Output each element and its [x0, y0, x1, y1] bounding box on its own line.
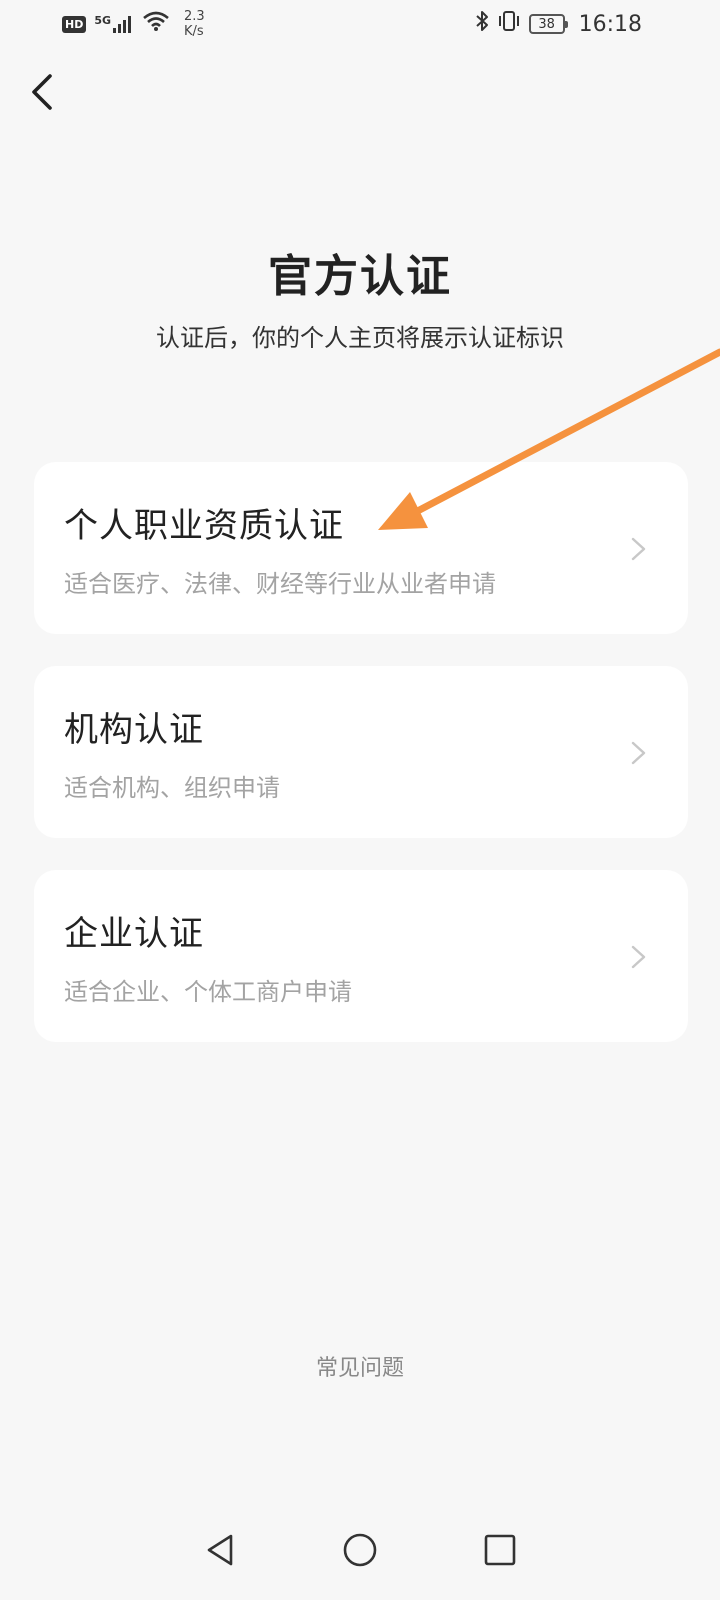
nav-home-button[interactable] — [332, 1522, 388, 1578]
card-enterprise-certification[interactable]: 企业认证 适合企业、个体工商户申请 — [34, 870, 688, 1042]
vibrate-icon — [497, 10, 521, 38]
status-left: HD 5G 2.3 K/s — [62, 9, 205, 39]
page-subtitle: 认证后，你的个人主页将展示认证标识 — [156, 324, 564, 352]
hd-badge: HD — [62, 15, 87, 33]
status-right: 38 16:18 — [475, 10, 642, 38]
chevron-right-icon — [631, 945, 646, 969]
card-title: 个人职业资质认证 — [64, 506, 344, 546]
card-description: 适合机构、组织申请 — [64, 774, 280, 802]
screen: HD 5G 2.3 K/s 38 16:18 官方认证 认证后，你的个人主页将展… — [0, 0, 720, 1600]
page-title: 官方认证 — [268, 251, 452, 302]
card-institution-certification[interactable]: 机构认证 适合机构、组织申请 — [34, 666, 688, 838]
faq-link[interactable]: 常见问题 — [0, 1350, 720, 1382]
network-speed-unit: K/s — [184, 24, 204, 39]
status-bar: HD 5G 2.3 K/s 38 16:18 — [0, 0, 720, 48]
back-button[interactable] — [18, 64, 66, 120]
nav-back-button[interactable] — [192, 1522, 248, 1578]
card-description: 适合医疗、法律、财经等行业从业者申请 — [64, 570, 496, 598]
nav-home-icon — [343, 1533, 377, 1567]
card-title: 企业认证 — [64, 914, 204, 954]
nav-back-icon — [207, 1534, 233, 1566]
signal-icon: 5G — [94, 14, 134, 34]
battery-level: 38 — [538, 16, 555, 32]
card-description: 适合企业、个体工商户申请 — [64, 978, 352, 1006]
wifi-icon — [142, 10, 170, 38]
card-personal-certification[interactable]: 个人职业资质认证 适合医疗、法律、财经等行业从业者申请 — [34, 462, 688, 634]
card-title: 机构认证 — [64, 710, 204, 750]
back-arrow-icon — [32, 74, 52, 110]
system-nav-bar — [0, 1500, 720, 1600]
battery-icon: 38 — [528, 14, 568, 34]
network-speed-value: 2.3 — [184, 9, 205, 24]
chevron-right-icon — [631, 537, 646, 561]
nav-recents-icon — [484, 1534, 516, 1566]
bluetooth-icon — [475, 10, 489, 38]
nav-recents-button[interactable] — [472, 1522, 528, 1578]
chevron-right-icon — [631, 741, 646, 765]
network-type: 5G — [94, 14, 112, 27]
status-time: 16:18 — [578, 11, 642, 37]
network-speed: 2.3 K/s — [184, 9, 205, 39]
